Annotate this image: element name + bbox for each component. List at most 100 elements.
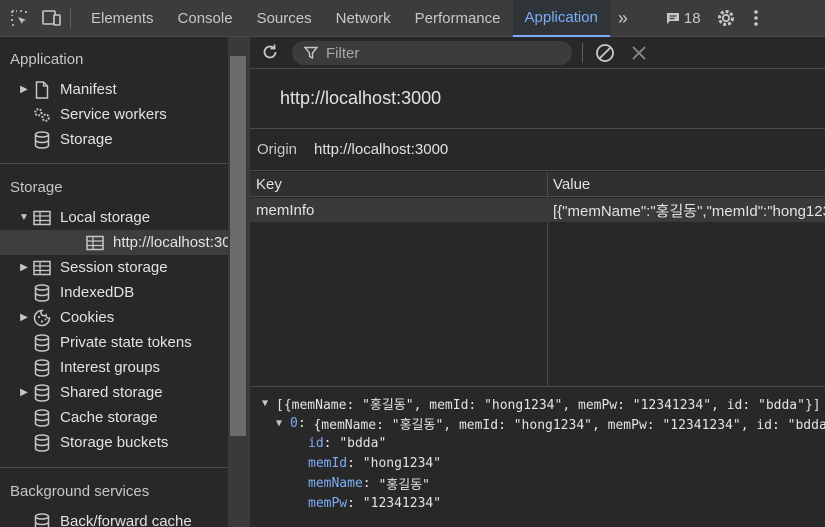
sidebar-item-label: Back/forward cache	[60, 513, 192, 527]
sidebar-item-interest-groups[interactable]: Interest groups	[0, 355, 228, 380]
section-divider	[0, 163, 228, 164]
table-header: Key Value	[250, 172, 825, 197]
sidebar-item-http-localhost-3000[interactable]: http://localhost:3000	[0, 230, 228, 255]
sidebar-item-label: Cache storage	[60, 409, 158, 426]
tab-sources[interactable]: Sources	[245, 0, 324, 37]
table-row[interactable]: memInfo [{"memName":"홍길동","memId":"hong1…	[250, 198, 825, 222]
inspect-element-icon[interactable]	[6, 5, 32, 31]
sidebar-item-session-storage[interactable]: ▶ Session storage	[0, 255, 228, 280]
sidebar-item-shared-storage[interactable]: ▶ Shared storage	[0, 380, 228, 405]
expand-arrow-icon[interactable]: ▼	[262, 398, 276, 409]
database-icon	[33, 333, 51, 352]
origin-row: Origin http://localhost:3000	[250, 129, 825, 171]
device-toolbar-icon[interactable]	[38, 5, 64, 31]
value-preview-tree: ▼ [{memName: "홍길동", memId: "hong1234", m…	[250, 390, 825, 527]
preview-property-line[interactable]: memName: "홍길동"	[308, 473, 430, 493]
property-colon: :	[323, 435, 340, 451]
tab-console[interactable]: Console	[166, 0, 245, 37]
sidebar-item-local-storage[interactable]: ▼ Local storage	[0, 205, 228, 230]
sidebar-item-label: Interest groups	[60, 359, 161, 376]
tab-network[interactable]: Network	[324, 0, 403, 37]
collapsed-arrow-icon[interactable]: ▶	[19, 262, 29, 273]
sidebar-item-storage-buckets[interactable]: Storage buckets	[0, 430, 228, 455]
preview-property-line[interactable]: memPw: "12341234"	[308, 493, 441, 513]
more-options-icon[interactable]	[743, 5, 769, 31]
database-icon	[33, 283, 51, 302]
tab-performance[interactable]: Performance	[403, 0, 513, 37]
sidebar-item-private-state-tokens[interactable]: Private state tokens	[0, 330, 228, 355]
row-key[interactable]: memInfo	[256, 198, 544, 222]
preview-item-line[interactable]: ▼ 0: {memName: "홍길동", memId: "hong1234",…	[276, 413, 825, 433]
preview-property-line[interactable]: memId: "hong1234"	[308, 453, 441, 473]
collapsed-arrow-icon[interactable]: ▶	[19, 312, 29, 323]
collapsed-arrow-icon[interactable]: ▶	[19, 387, 29, 398]
settings-gear-icon[interactable]	[713, 5, 739, 31]
sidebar-item-storage[interactable]: Storage	[0, 127, 228, 152]
collapsed-arrow-icon[interactable]: ▶	[19, 84, 29, 95]
property-value: "12341234"	[362, 495, 442, 511]
sidebar-item-cache-storage[interactable]: Cache storage	[0, 405, 228, 430]
more-tabs-icon[interactable]: »	[610, 8, 636, 29]
issues-count: 18	[683, 9, 701, 27]
clear-all-icon[interactable]	[594, 42, 616, 69]
section-title-application: Application	[10, 51, 84, 68]
expanded-arrow-icon[interactable]: ▼	[19, 212, 29, 223]
sidebar-item-label: Manifest	[60, 81, 117, 98]
sidebar-item-cookies[interactable]: ▶ Cookies	[0, 305, 228, 330]
preview-property-line[interactable]: id: "bdda"	[308, 433, 386, 453]
property-key: memPw	[308, 495, 348, 511]
section-title-storage: Storage	[10, 179, 63, 196]
preview-item-summary: {memName: "홍길동", memId: "hong1234", memP…	[313, 417, 825, 433]
delete-selected-icon[interactable]	[630, 44, 648, 67]
expand-arrow-icon[interactable]: ▼	[276, 418, 290, 429]
column-header-key[interactable]: Key	[256, 172, 282, 196]
database-icon	[33, 512, 51, 527]
sidebar-item-service-workers[interactable]: Service workers	[0, 102, 228, 127]
sidebar-item-label: Cookies	[60, 309, 115, 326]
origin-value: http://localhost:3000	[314, 141, 449, 158]
refresh-icon[interactable]	[258, 40, 282, 64]
toolbar-divider	[582, 43, 583, 63]
database-icon	[33, 383, 51, 402]
tab-elements[interactable]: Elements	[79, 0, 166, 37]
section-title-background-services: Background services	[10, 483, 150, 500]
property-value: "hong1234"	[362, 455, 442, 471]
table-icon	[86, 234, 104, 252]
sidebar-item-label: Local storage	[60, 209, 151, 226]
filter-placeholder: Filter	[326, 44, 360, 62]
sidebar-item-label: IndexedDB	[60, 284, 135, 301]
sidebar-item-manifest[interactable]: ▶ Manifest	[0, 77, 228, 102]
sidebar-item-label: Shared storage	[60, 384, 163, 401]
sidebar-scrollbar-thumb[interactable]	[230, 56, 246, 436]
section-divider	[0, 467, 228, 468]
preview-root-text: [{memName: "홍길동", memId: "hong1234", mem…	[276, 397, 821, 413]
storage-toolbar: Filter	[250, 37, 825, 69]
sidebar-item-back-forward-cache[interactable]: Back/forward cache	[0, 509, 228, 527]
storage-pane: Filter http://localhost:3000 Origin http…	[250, 37, 825, 527]
tab-application[interactable]: Application	[512, 0, 610, 37]
filter-input[interactable]: Filter	[292, 41, 572, 65]
database-icon	[33, 358, 51, 377]
property-value: "홍길동"	[378, 477, 430, 493]
database-icon	[33, 408, 51, 427]
table-icon	[33, 259, 51, 277]
preview-item-index: 0	[290, 415, 298, 431]
row-value[interactable]: [{"memName":"홍길동","memId":"hong1234","me…	[553, 198, 825, 222]
sidebar-item-label: Session storage	[60, 259, 168, 276]
key-value-table: Key Value memInfo [{"memName":"홍길동","mem…	[250, 172, 825, 387]
issues-badge[interactable]: 18	[636, 10, 711, 27]
filter-funnel-icon	[304, 46, 318, 60]
gears-icon	[33, 106, 51, 124]
property-colon: :	[347, 455, 363, 471]
preview-colon: :	[297, 415, 314, 431]
property-colon: :	[362, 475, 379, 491]
cookie-icon	[33, 309, 51, 327]
column-header-value[interactable]: Value	[553, 172, 590, 196]
devtools-tab-bar: Elements Console Sources Network Performance…	[0, 0, 825, 37]
sidebar-item-indexeddb[interactable]: IndexedDB	[0, 280, 228, 305]
sidebar-item-label: Storage buckets	[60, 434, 169, 451]
preview-root-line[interactable]: ▼ [{memName: "홍길동", memId: "hong1234", m…	[262, 393, 821, 413]
property-key: memName	[308, 475, 363, 491]
property-value: "bdda"	[339, 435, 387, 451]
sidebar-item-label: Storage	[60, 131, 113, 148]
